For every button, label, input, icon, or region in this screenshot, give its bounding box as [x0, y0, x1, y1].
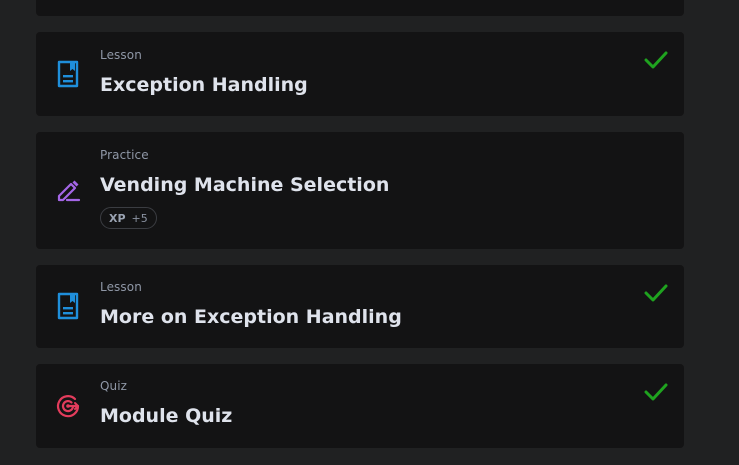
- practice-card-vending-machine-selection[interactable]: Practice Vending Machine Selection XP +5: [36, 132, 684, 249]
- item-kind-label: Lesson: [100, 48, 142, 62]
- xp-label: XP: [109, 211, 126, 225]
- lesson-doc-icon: [54, 292, 82, 320]
- item-kind-label: Quiz: [100, 379, 128, 393]
- completed-check-icon: [644, 51, 668, 69]
- lesson-doc-icon: [54, 60, 82, 88]
- previous-item-card[interactable]: [36, 0, 684, 16]
- item-title: Vending Machine Selection: [100, 174, 390, 196]
- lesson-card-exception-handling[interactable]: Lesson Exception Handling: [36, 32, 684, 116]
- target-icon: [54, 392, 82, 420]
- item-kind-label: Lesson: [100, 280, 142, 294]
- module-content-list: Lesson Exception Handling Practice Vendi…: [0, 0, 739, 465]
- item-title: More on Exception Handling: [100, 306, 402, 328]
- xp-reward-badge: XP +5: [100, 207, 157, 229]
- item-kind-label: Practice: [100, 148, 149, 162]
- quiz-card-module-quiz[interactable]: Quiz Module Quiz: [36, 364, 684, 448]
- xp-amount: +5: [131, 211, 148, 225]
- completed-check-icon: [644, 284, 668, 302]
- pencil-icon: [54, 176, 82, 204]
- item-title: Module Quiz: [100, 405, 233, 427]
- completed-check-icon: [644, 383, 668, 401]
- lesson-card-more-on-exception-handling[interactable]: Lesson More on Exception Handling: [36, 265, 684, 348]
- item-title: Exception Handling: [100, 74, 308, 96]
